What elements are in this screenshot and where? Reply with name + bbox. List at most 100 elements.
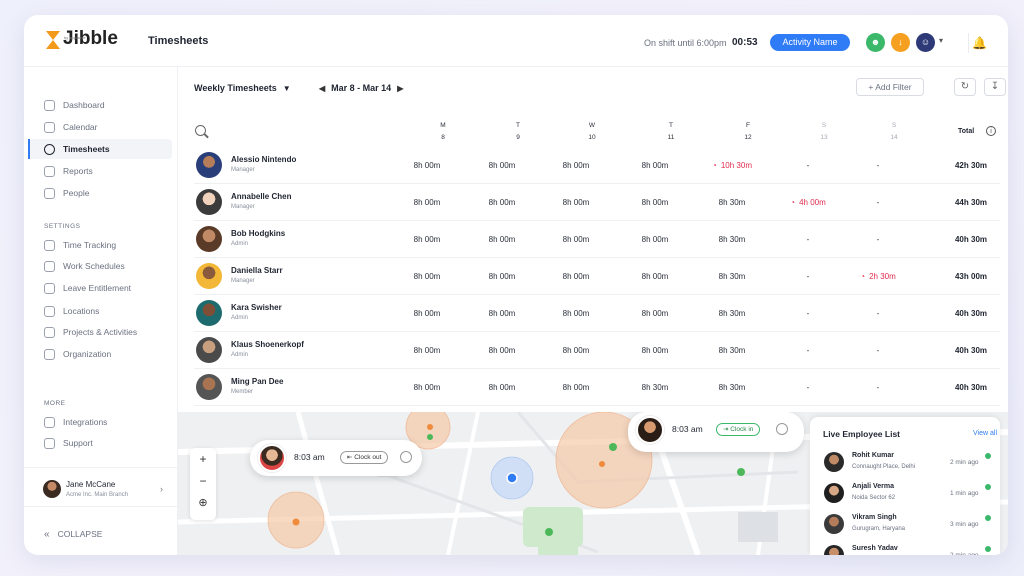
timesheet-cell[interactable]: 8h 30m	[700, 198, 764, 207]
clock-out-card[interactable]: 8:03 am ⇤ Clock out	[250, 440, 422, 476]
collapse-sidebar-button[interactable]: « COLLAPSE	[44, 529, 102, 540]
sidebar-item-locations[interactable]: Locations	[44, 301, 99, 321]
sidebar-item-dashboard[interactable]: Dashboard	[44, 95, 105, 115]
sidebar-item-projects-activities[interactable]: Projects & Activities	[44, 322, 137, 342]
timesheet-cell[interactable]: -	[846, 346, 910, 355]
timesheet-cell[interactable]: 8h 30m	[623, 383, 687, 392]
timesheet-cell[interactable]: 8h 30m	[700, 272, 764, 281]
timesheet-cell[interactable]: 8h 00m	[623, 235, 687, 244]
timesheet-cell[interactable]: -	[776, 161, 840, 170]
live-employee-item[interactable]: Anjali Verma Noida Sector 62 1 min ago	[822, 480, 1000, 510]
zoom-out-icon[interactable]: −	[190, 474, 216, 488]
timesheet-cell[interactable]: 8h 00m	[395, 198, 459, 207]
timesheet-cell[interactable]: 8h 00m	[395, 346, 459, 355]
timesheet-cell[interactable]: 8h 00m	[544, 235, 608, 244]
view-selector[interactable]: Weekly Timesheets ▼	[194, 83, 291, 93]
download-icon[interactable]: ↓	[891, 33, 910, 52]
table-row[interactable]: Daniella Starr Manager 8h 00m 8h 00m 8h 00m 8…	[194, 258, 1000, 295]
employee-name[interactable]: Kara Swisher	[231, 303, 282, 312]
sidebar-item-calendar[interactable]: Calendar	[44, 117, 98, 137]
timesheet-cell[interactable]: -	[776, 346, 840, 355]
zoom-in-icon[interactable]: +	[190, 452, 216, 466]
timesheet-cell[interactable]: 8h 00m	[470, 309, 534, 318]
timesheet-cell[interactable]: 8h 00m	[470, 161, 534, 170]
user-profile-card[interactable]: Jane McCane Acme Inc. Main Branch ›	[24, 467, 178, 507]
table-row[interactable]: Klaus Shoenerkopf Admin 8h 00m 8h 00m 8h 00m…	[194, 332, 1000, 369]
people-icon[interactable]: ☻	[866, 33, 885, 52]
table-row[interactable]: Kara Swisher Admin 8h 00m 8h 00m 8h 00m 8h 00…	[194, 295, 1000, 332]
sidebar-item-people[interactable]: People	[44, 183, 89, 203]
refresh-icon[interactable]: ↻	[954, 78, 976, 96]
timesheet-cell[interactable]: 8h 30m	[700, 383, 764, 392]
live-employee-item[interactable]: Vikram Singh Gurugram, Haryana 3 min ago	[822, 511, 1000, 541]
download-icon[interactable]: ↧	[984, 78, 1006, 96]
locate-icon[interactable]: ⊕	[190, 496, 216, 509]
timesheet-cell[interactable]: 8h 00m	[544, 383, 608, 392]
timesheet-cell[interactable]: 8h 00m	[470, 198, 534, 207]
clock-in-card[interactable]: 8:03 am ⇥ Clock in	[628, 412, 804, 452]
timesheet-cell[interactable]: 8h 00m	[395, 235, 459, 244]
timesheet-cell[interactable]: 8h 00m	[544, 309, 608, 318]
table-row[interactable]: Alessio Nintendo Manager 8h 00m 8h 00m 8h 00…	[194, 147, 1000, 184]
timesheet-cell[interactable]: 8h 00m	[395, 383, 459, 392]
employee-name[interactable]: Daniella Starr	[231, 266, 283, 275]
sidebar-item-timesheets[interactable]: Timesheets	[44, 139, 110, 159]
employee-name[interactable]: Klaus Shoenerkopf	[231, 340, 304, 349]
employee-name[interactable]: Bob Hodgkins	[231, 229, 285, 238]
table-row[interactable]: Bob Hodgkins Admin 8h 00m 8h 00m 8h 00m 8h 00…	[194, 221, 1000, 258]
sidebar-item-leave-entitlement[interactable]: Leave Entitlement	[44, 278, 131, 298]
chevron-down-icon[interactable]: ▾	[939, 36, 943, 45]
table-row[interactable]: Annabelle Chen Manager 8h 00m 8h 00m 8h 00m 8…	[194, 184, 1000, 221]
timesheet-cell[interactable]: 8h 30m	[700, 346, 764, 355]
view-all-link[interactable]: View all	[973, 430, 997, 437]
timesheet-cell[interactable]: 8h 00m	[623, 272, 687, 281]
search-icon[interactable]	[195, 125, 206, 136]
timesheet-cell[interactable]: 4h 00m	[776, 198, 840, 207]
sidebar-item-work-schedules[interactable]: Work Schedules	[44, 256, 125, 276]
timesheet-cell[interactable]: 2h 30m	[846, 272, 910, 281]
timesheet-cell[interactable]: -	[776, 383, 840, 392]
sidebar-item-integrations[interactable]: Integrations	[44, 412, 107, 432]
live-employee-item[interactable]: Suresh YadavGhaziabad, UP2 min ago	[822, 542, 1000, 555]
timesheet-cell[interactable]: 8h 00m	[395, 309, 459, 318]
timesheet-cell[interactable]: 8h 00m	[395, 272, 459, 281]
timesheet-cell[interactable]: 8h 30m	[700, 309, 764, 318]
employee-name[interactable]: Alessio Nintendo	[231, 155, 296, 164]
timesheet-cell[interactable]: 8h 00m	[544, 346, 608, 355]
bell-icon[interactable]: 🔔	[968, 33, 990, 53]
timesheet-cell[interactable]: 10h 30m	[700, 161, 764, 170]
timesheet-cell[interactable]: -	[776, 309, 840, 318]
info-icon[interactable]: i	[986, 126, 996, 136]
timesheet-cell[interactable]: 8h 00m	[544, 161, 608, 170]
live-employee-item[interactable]: Rohit Kumar Connaught Place, Delhi 2 min a…	[822, 449, 1000, 479]
timesheet-cell[interactable]: 8h 30m	[700, 235, 764, 244]
timesheet-cell[interactable]: -	[846, 161, 910, 170]
timesheet-cell[interactable]: 8h 00m	[470, 272, 534, 281]
sidebar-item-time-tracking[interactable]: Time Tracking	[44, 235, 116, 255]
team-icon[interactable]: ☺	[916, 33, 935, 52]
sidebar-item-organization[interactable]: Organization	[44, 344, 111, 364]
next-week-icon[interactable]: ▶	[397, 84, 403, 93]
timesheet-cell[interactable]: 8h 00m	[470, 383, 534, 392]
timesheet-cell[interactable]: -	[776, 272, 840, 281]
timesheet-cell[interactable]: 8h 00m	[470, 235, 534, 244]
table-row[interactable]: Ming Pan Dee Member 8h 00m 8h 00m 8h 00m 8h 3…	[194, 369, 1000, 406]
employee-name[interactable]: Annabelle Chen	[231, 192, 291, 201]
timesheet-cell[interactable]: 8h 00m	[544, 272, 608, 281]
timesheet-cell[interactable]: -	[776, 235, 840, 244]
employee-name[interactable]: Ming Pan Dee	[231, 377, 283, 386]
timesheet-cell[interactable]: -	[846, 309, 910, 318]
timesheet-cell[interactable]: 8h 00m	[623, 161, 687, 170]
activity-name-button[interactable]: Activity Name	[770, 34, 850, 51]
sidebar-item-support[interactable]: Support	[44, 433, 93, 453]
timesheet-cell[interactable]: 8h 00m	[395, 161, 459, 170]
sidebar-item-reports[interactable]: Reports	[44, 161, 93, 181]
timesheet-cell[interactable]: 8h 00m	[470, 346, 534, 355]
timesheet-cell[interactable]: 8h 00m	[623, 309, 687, 318]
add-filter-button[interactable]: + Add Filter	[856, 78, 924, 96]
timesheet-cell[interactable]: 8h 00m	[623, 346, 687, 355]
timesheet-cell[interactable]: 8h 00m	[544, 198, 608, 207]
prev-week-icon[interactable]: ◀	[319, 84, 325, 93]
timesheet-cell[interactable]: -	[846, 198, 910, 207]
timesheet-cell[interactable]: 8h 00m	[623, 198, 687, 207]
